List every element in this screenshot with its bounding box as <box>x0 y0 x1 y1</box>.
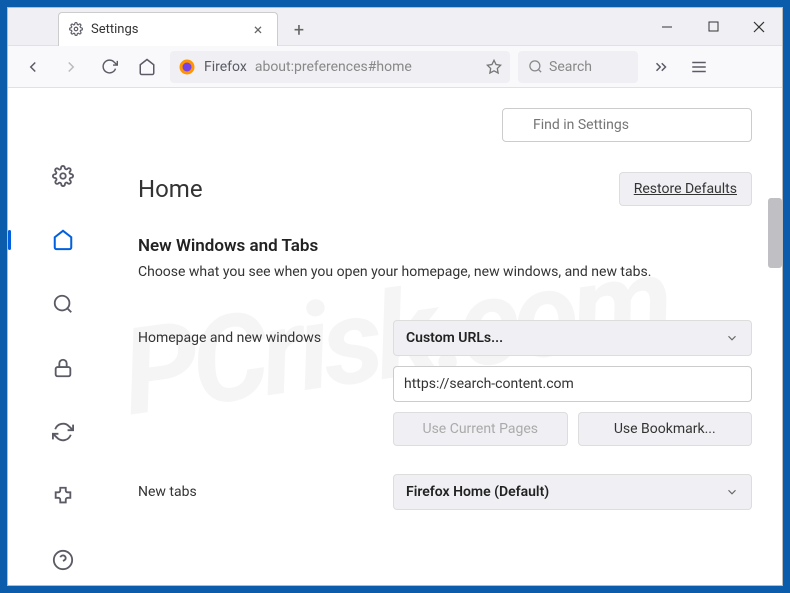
bookmark-star-icon[interactable] <box>486 59 502 75</box>
sidebar-item-privacy[interactable] <box>45 350 81 386</box>
scrollbar-thumb[interactable] <box>768 198 782 268</box>
sidebar-item-help[interactable] <box>45 542 81 578</box>
overflow-button[interactable] <box>646 52 676 82</box>
reload-button[interactable] <box>94 52 124 82</box>
sidebar-item-search[interactable] <box>45 286 81 322</box>
use-current-pages-button[interactable]: Use Current Pages <box>393 412 568 446</box>
menu-button[interactable] <box>684 52 714 82</box>
content-area: PCrisk.com Home Restore Defaults New Win… <box>8 88 782 585</box>
chevron-down-icon <box>725 331 739 345</box>
url-text: about:preferences#home <box>255 59 412 75</box>
use-bookmark-button[interactable]: Use Bookmark... <box>578 412 753 446</box>
sidebar-item-sync[interactable] <box>45 414 81 450</box>
search-icon <box>528 59 543 74</box>
restore-defaults-button[interactable]: Restore Defaults <box>619 172 752 206</box>
tab-settings[interactable]: Settings × <box>58 12 278 46</box>
new-tab-button[interactable]: + <box>284 16 314 46</box>
gear-icon <box>69 22 83 36</box>
newtabs-select[interactable]: Firefox Home (Default) <box>393 474 752 510</box>
newtabs-label: New tabs <box>138 484 393 500</box>
section-heading: New Windows and Tabs <box>138 236 752 256</box>
homepage-label: Homepage and new windows <box>138 330 393 346</box>
home-button[interactable] <box>132 52 162 82</box>
homepage-select[interactable]: Custom URLs... <box>393 320 752 356</box>
find-in-settings-input[interactable] <box>502 108 752 142</box>
tab-strip: Settings × + <box>8 8 644 46</box>
forward-button[interactable] <box>56 52 86 82</box>
page-title: Home <box>138 175 203 203</box>
section-description: Choose what you see when you open your h… <box>138 264 752 280</box>
sidebar-item-extensions[interactable] <box>45 478 81 514</box>
find-in-settings-wrap <box>502 108 752 142</box>
chevron-down-icon <box>725 485 739 499</box>
sidebar-item-home[interactable] <box>45 222 81 258</box>
firefox-icon <box>178 58 196 76</box>
search-placeholder: Search <box>549 59 592 75</box>
firefox-window: Settings × + Firefox about:preferences#h… <box>7 7 783 586</box>
close-window-button[interactable] <box>736 8 782 46</box>
sidebar-item-general[interactable] <box>45 158 81 194</box>
maximize-button[interactable] <box>690 8 736 46</box>
nav-toolbar: Firefox about:preferences#home Search <box>8 46 782 88</box>
search-bar[interactable]: Search <box>518 51 638 83</box>
settings-main: Home Restore Defaults New Windows and Ta… <box>118 88 782 585</box>
back-button[interactable] <box>18 52 48 82</box>
tab-title: Settings <box>91 22 138 37</box>
window-controls <box>644 8 782 46</box>
url-identity: Firefox <box>204 59 247 75</box>
settings-sidebar <box>8 88 118 585</box>
minimize-button[interactable] <box>644 8 690 46</box>
close-tab-button[interactable]: × <box>249 20 267 39</box>
titlebar: Settings × + <box>8 8 782 46</box>
homepage-url-input[interactable] <box>393 366 752 402</box>
url-bar[interactable]: Firefox about:preferences#home <box>170 51 510 83</box>
